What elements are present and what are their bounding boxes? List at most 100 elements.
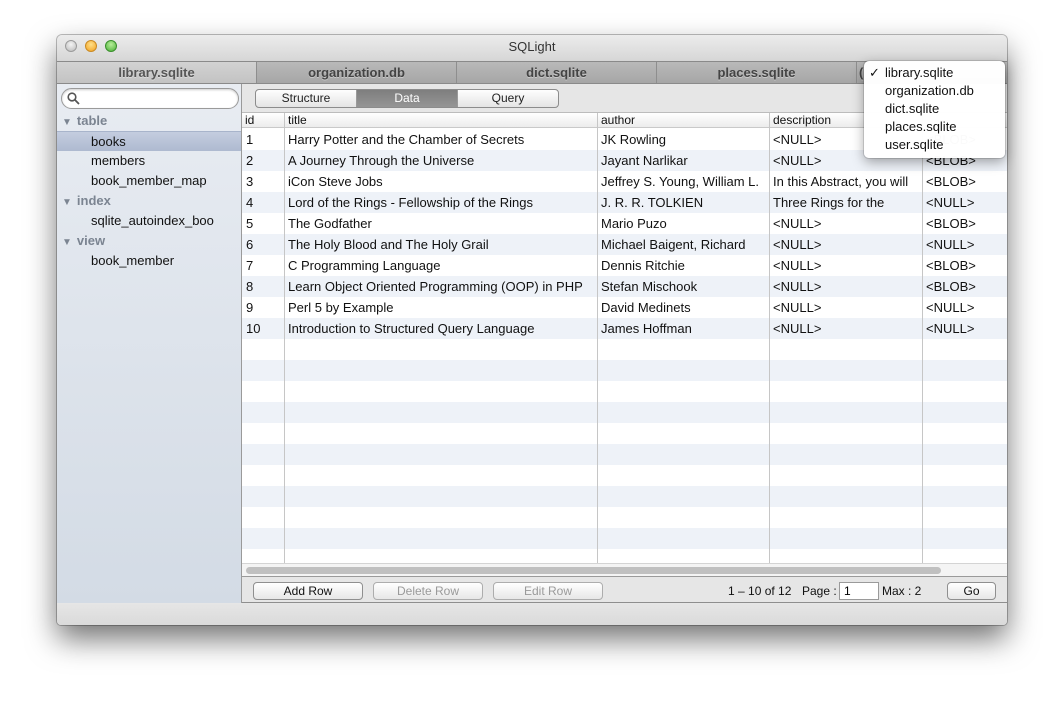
- cell-title[interactable]: Learn Object Oriented Programming (OOP) …: [284, 276, 597, 297]
- tab-dict-sqlite[interactable]: dict.sqlite: [457, 62, 657, 83]
- menu-item-places-sqlite[interactable]: places.sqlite: [864, 118, 1005, 136]
- empty-row: [242, 360, 1007, 381]
- menu-item-dict-sqlite[interactable]: dict.sqlite: [864, 100, 1005, 118]
- column-header-id[interactable]: id: [242, 113, 285, 128]
- record-range-text: 1 – 10 of 12: [728, 584, 792, 598]
- cell-author[interactable]: Stefan Mischook: [597, 276, 769, 297]
- zoom-window-button[interactable]: [105, 40, 117, 52]
- column-header-author[interactable]: author: [597, 113, 769, 128]
- horizontal-scrollbar[interactable]: [242, 563, 1007, 577]
- cell-description[interactable]: In this Abstract, you will: [769, 171, 922, 192]
- tab-structure[interactable]: Structure: [256, 90, 357, 107]
- column-divider: [769, 113, 770, 563]
- sidebar-item-book-member-map[interactable]: book_member_map: [57, 171, 241, 191]
- group-header-table[interactable]: ▼ table: [62, 111, 107, 131]
- cell-id[interactable]: 8: [242, 276, 284, 297]
- table-row[interactable]: 8 Learn Object Oriented Programming (OOP)…: [242, 276, 1007, 297]
- go-button[interactable]: Go: [947, 582, 996, 600]
- cell-id[interactable]: 3: [242, 171, 284, 192]
- cell-id[interactable]: 6: [242, 234, 284, 255]
- table-row[interactable]: 10 Introduction to Structured Query Langu…: [242, 318, 1007, 339]
- sidebar: ▼ table books members book_member_map ▼ in…: [57, 84, 242, 603]
- cell-id[interactable]: 5: [242, 213, 284, 234]
- table-row[interactable]: 3 iCon Steve Jobs Jeffrey S. Young, Willia…: [242, 171, 1007, 192]
- table-row[interactable]: 4 Lord of the Rings - Fellowship of the R…: [242, 192, 1007, 213]
- disclosure-triangle-icon[interactable]: ▼: [62, 237, 72, 248]
- menu-item-user-sqlite[interactable]: user.sqlite: [864, 136, 1005, 154]
- add-row-button[interactable]: Add Row: [253, 582, 363, 600]
- cell-author[interactable]: J. R. R. TOLKIEN: [597, 192, 769, 213]
- cell-description[interactable]: <NULL>: [769, 318, 922, 339]
- cell-description[interactable]: <NULL>: [769, 297, 922, 318]
- tab-data[interactable]: Data: [357, 90, 458, 107]
- cell-id[interactable]: 2: [242, 150, 284, 171]
- cell-description[interactable]: <NULL>: [769, 276, 922, 297]
- cell-extra[interactable]: <NULL>: [922, 234, 1007, 255]
- horizontal-scrollbar-thumb[interactable]: [246, 567, 941, 574]
- cell-description[interactable]: <NULL>: [769, 213, 922, 234]
- edit-row-button[interactable]: Edit Row: [493, 582, 603, 600]
- cell-extra[interactable]: <BLOB>: [922, 213, 1007, 234]
- cell-id[interactable]: 9: [242, 297, 284, 318]
- cell-title[interactable]: Lord of the Rings - Fellowship of the Ri…: [284, 192, 597, 213]
- search-input[interactable]: [61, 88, 239, 109]
- cell-extra[interactable]: <NULL>: [922, 192, 1007, 213]
- tab-query[interactable]: Query: [458, 90, 558, 107]
- tab-library-sqlite[interactable]: library.sqlite: [57, 62, 257, 83]
- cell-author[interactable]: Jeffrey S. Young, William L.: [597, 171, 769, 192]
- sidebar-item-books[interactable]: books: [57, 131, 241, 151]
- page-number-input[interactable]: [839, 582, 879, 600]
- cell-author[interactable]: Jayant Narlikar: [597, 150, 769, 171]
- cell-id[interactable]: 10: [242, 318, 284, 339]
- delete-row-button[interactable]: Delete Row: [373, 582, 483, 600]
- group-header-view[interactable]: ▼ view: [62, 231, 105, 251]
- column-header-title[interactable]: title: [284, 113, 597, 128]
- tab-places-sqlite[interactable]: places.sqlite: [657, 62, 857, 83]
- cell-author[interactable]: Michael Baigent, Richard: [597, 234, 769, 255]
- cell-title[interactable]: The Godfather: [284, 213, 597, 234]
- cell-extra[interactable]: <NULL>: [922, 318, 1007, 339]
- cell-author[interactable]: Mario Puzo: [597, 213, 769, 234]
- cell-description[interactable]: <NULL>: [769, 255, 922, 276]
- cell-author[interactable]: JK Rowling: [597, 129, 769, 150]
- cell-title[interactable]: Introduction to Structured Query Languag…: [284, 318, 597, 339]
- cell-title[interactable]: A Journey Through the Universe: [284, 150, 597, 171]
- empty-row: [242, 402, 1007, 423]
- cell-extra[interactable]: <NULL>: [922, 297, 1007, 318]
- group-header-index[interactable]: ▼ index: [62, 191, 111, 211]
- cell-id[interactable]: 1: [242, 129, 284, 150]
- cell-title[interactable]: The Holy Blood and The Holy Grail: [284, 234, 597, 255]
- cell-title[interactable]: iCon Steve Jobs: [284, 171, 597, 192]
- sidebar-item-sqlite-autoindex[interactable]: sqlite_autoindex_boo: [57, 211, 241, 231]
- empty-row: [242, 549, 1007, 563]
- cell-title[interactable]: Harry Potter and the Chamber of Secrets: [284, 129, 597, 150]
- cell-extra[interactable]: <BLOB>: [922, 255, 1007, 276]
- cell-id[interactable]: 4: [242, 192, 284, 213]
- empty-row: [242, 528, 1007, 549]
- menu-item-library-sqlite[interactable]: ✓ library.sqlite: [864, 64, 1005, 82]
- tab-organization-db[interactable]: organization.db: [257, 62, 457, 83]
- disclosure-triangle-icon[interactable]: ▼: [62, 117, 72, 128]
- cell-id[interactable]: 7: [242, 255, 284, 276]
- database-dropdown-menu: ✓ library.sqlite organization.db dict.sq…: [864, 61, 1005, 158]
- cell-description[interactable]: <NULL>: [769, 234, 922, 255]
- minimize-window-button[interactable]: [85, 40, 97, 52]
- cell-title[interactable]: C Programming Language: [284, 255, 597, 276]
- menu-item-organization-db[interactable]: organization.db: [864, 82, 1005, 100]
- cell-description[interactable]: Three Rings for the: [769, 192, 922, 213]
- sidebar-item-book-member[interactable]: book_member: [57, 251, 241, 271]
- cell-author[interactable]: Dennis Ritchie: [597, 255, 769, 276]
- cell-author[interactable]: David Medinets: [597, 297, 769, 318]
- cell-title[interactable]: Perl 5 by Example: [284, 297, 597, 318]
- cell-extra[interactable]: <BLOB>: [922, 276, 1007, 297]
- close-window-button[interactable]: [65, 40, 77, 52]
- cell-author[interactable]: James Hoffman: [597, 318, 769, 339]
- table-row[interactable]: 6 The Holy Blood and The Holy Grail Michae…: [242, 234, 1007, 255]
- disclosure-triangle-icon[interactable]: ▼: [62, 197, 72, 208]
- table-row[interactable]: 5 The Godfather Mario Puzo <NULL> <BLOB>: [242, 213, 1007, 234]
- cell-extra[interactable]: <BLOB>: [922, 171, 1007, 192]
- sidebar-item-members[interactable]: members: [57, 151, 241, 171]
- view-segmented-control: Structure Data Query: [255, 89, 559, 108]
- table-row[interactable]: 7C Programming Language Dennis Ritchie <NU…: [242, 255, 1007, 276]
- table-row[interactable]: 9 Perl 5 by Example David Medinets <NULL> <N…: [242, 297, 1007, 318]
